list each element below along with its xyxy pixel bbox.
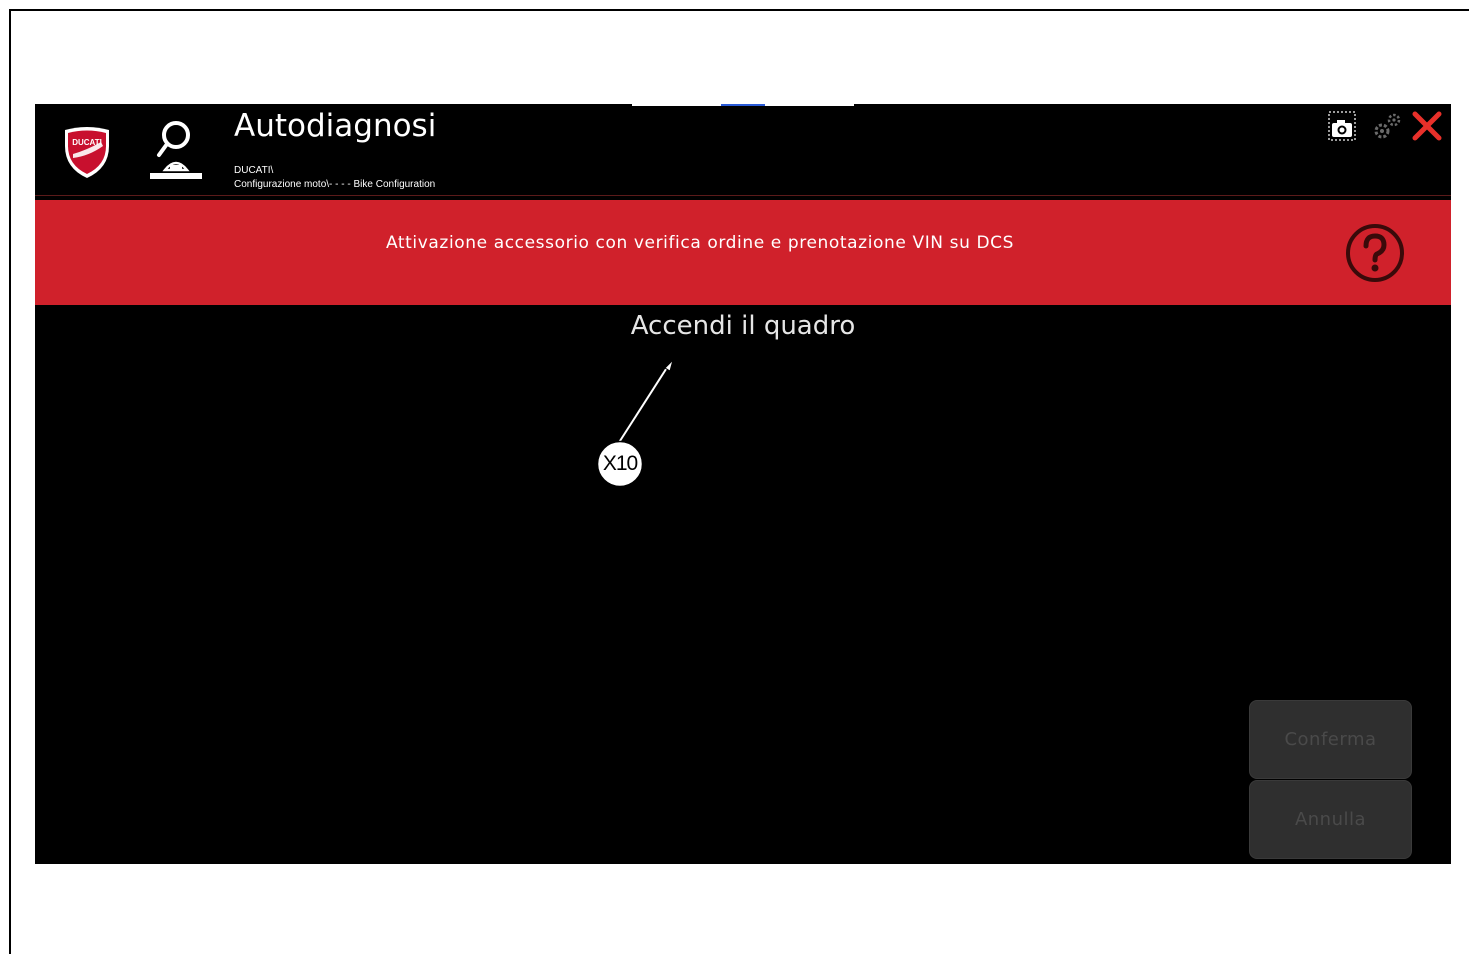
callout-label-text: X10 — [602, 452, 638, 475]
snapshot-icon[interactable] — [1327, 110, 1357, 142]
header-divider — [35, 195, 1451, 196]
autodiagnosis-icon — [150, 121, 202, 179]
procedure-banner: Attivazione accessorio con verifica ordi… — [35, 200, 1451, 305]
ducati-logo: DUCATI — [65, 127, 109, 178]
settings-icon[interactable] — [1371, 110, 1403, 142]
callout-marker: X10 — [596, 440, 644, 488]
app-title: Autodiagnosi — [234, 108, 437, 144]
confirm-button[interactable]: Conferma — [1249, 700, 1412, 779]
close-icon[interactable] — [1411, 110, 1443, 142]
breadcrumb-root: DUCATI\ — [234, 165, 274, 176]
app-header: DUCATI Autodiagnosi DUCATI\ Configurazio… — [35, 104, 1451, 196]
help-icon[interactable] — [1344, 222, 1406, 284]
procedure-title: Attivazione accessorio con verifica ordi… — [385, 233, 1015, 253]
breadcrumb-path: Configurazione moto\- - - - Bike Configu… — [234, 179, 436, 190]
app-screen: DUCATI Autodiagnosi DUCATI\ Configurazio… — [35, 104, 1451, 864]
cancel-button[interactable]: Annulla — [1249, 780, 1412, 859]
instruction-text: Accendi il quadro — [630, 311, 856, 341]
